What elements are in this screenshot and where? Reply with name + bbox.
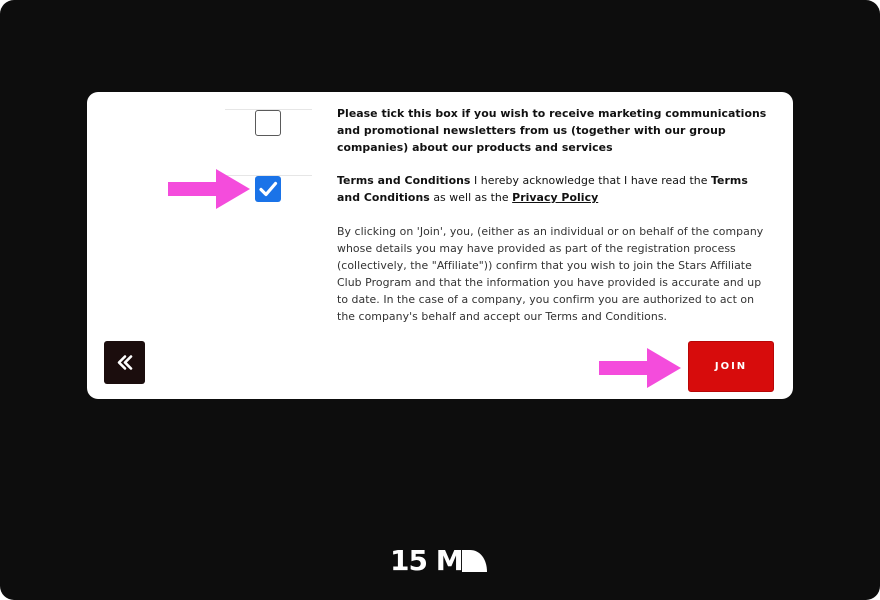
terms-consent-label: Terms and Conditions I hereby acknowledg… — [337, 172, 767, 206]
join-button[interactable]: JOIN — [688, 341, 774, 392]
app-frame: Please tick this box if you wish to rece… — [0, 0, 880, 600]
registration-consent-card: Please tick this box if you wish to rece… — [87, 92, 793, 399]
terms-title: Terms and Conditions — [337, 174, 471, 187]
terms-checkbox[interactable] — [255, 176, 281, 202]
privacy-policy-link[interactable]: Privacy Policy — [512, 191, 598, 204]
terms-text-part: as well as the — [429, 191, 513, 204]
brand-logo: 15 M — [390, 546, 490, 576]
marketing-checkbox[interactable] — [255, 110, 281, 136]
double-chevron-left-icon — [117, 355, 133, 370]
terms-text-part: I hereby acknowledge that I have read th… — [470, 174, 712, 187]
back-button[interactable] — [104, 341, 145, 384]
checkmark-icon — [259, 181, 278, 197]
annotation-arrow-icon — [599, 348, 681, 388]
marketing-consent-label: Please tick this box if you wish to rece… — [337, 107, 767, 154]
logo-mark-icon — [462, 550, 487, 572]
annotation-arrow-icon — [168, 169, 250, 209]
logo-text: 15 M — [390, 544, 464, 577]
join-consent-text: By clicking on 'Join', you, (either as a… — [337, 225, 764, 323]
